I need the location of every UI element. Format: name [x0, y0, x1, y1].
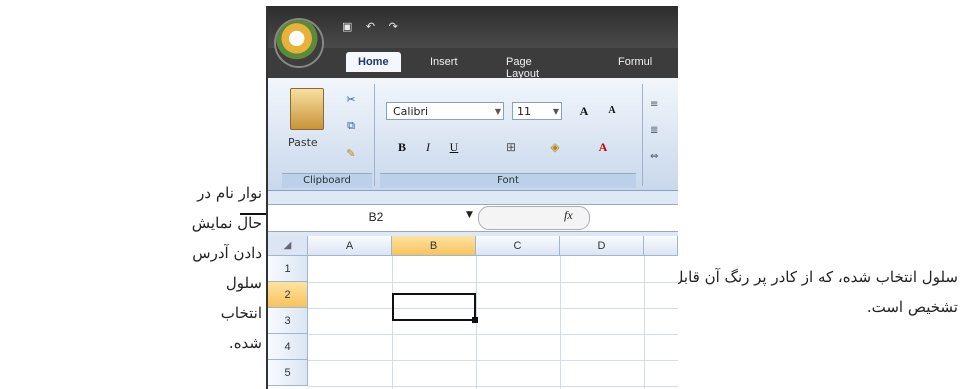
row-header-3[interactable]: 3 — [268, 308, 308, 334]
gridline — [644, 256, 645, 389]
fill-color-icon[interactable]: ◈ — [542, 138, 568, 156]
shrink-font-button[interactable]: A — [600, 102, 624, 120]
undo-icon[interactable]: ↶ — [366, 20, 377, 33]
ribbon-panel: Paste ✂ ⧉ ✎ Calibri ▼ 11 ▼ A A B I U ⊞ ◈ A… — [268, 78, 678, 191]
gridline — [308, 334, 678, 335]
gridline — [392, 256, 393, 389]
gridline — [560, 256, 561, 389]
office-button-icon[interactable] — [276, 20, 322, 66]
formula-input[interactable] — [478, 206, 590, 230]
paste-icon[interactable] — [290, 88, 324, 130]
column-header-c[interactable]: C — [476, 236, 560, 256]
row-header-5[interactable]: 5 — [268, 360, 308, 386]
borders-icon[interactable]: ⊞ — [498, 138, 524, 156]
row-header-2[interactable]: 2 — [268, 282, 308, 308]
paste-button-label[interactable]: Paste — [288, 136, 318, 149]
alignment-icons[interactable]: ≡ ≣ ⇔ — [650, 92, 670, 170]
column-header-a[interactable]: A — [308, 236, 392, 256]
tab-home[interactable]: Home — [346, 52, 401, 72]
name-box[interactable]: B2 — [276, 208, 476, 226]
grow-font-button[interactable]: A — [572, 102, 596, 120]
tab-page-layout[interactable]: Page Layout — [506, 56, 539, 80]
gridline — [308, 386, 678, 387]
gridline — [308, 282, 678, 283]
save-icon[interactable]: ▣ — [342, 20, 354, 33]
cut-icon[interactable]: ✂ — [344, 94, 358, 106]
worksheet-grid[interactable]: ◢ A B C D 1 2 3 4 5 — [268, 236, 678, 389]
group-separator — [642, 84, 643, 186]
chevron-down-icon: ▼ — [552, 107, 559, 116]
bold-button[interactable]: B — [392, 138, 412, 156]
active-cell-b2[interactable] — [392, 293, 476, 321]
font-size-value: 11 — [517, 105, 531, 118]
font-color-button[interactable]: A — [590, 138, 616, 156]
format-painter-icon[interactable]: ✎ — [344, 148, 358, 160]
tab-insert[interactable]: Insert — [430, 56, 458, 68]
chevron-down-icon: ▼ — [494, 107, 501, 116]
title-bar — [268, 6, 678, 48]
fill-handle[interactable] — [472, 317, 478, 323]
group-separator — [374, 84, 375, 186]
gridline — [308, 308, 678, 309]
font-size-select[interactable]: 11 ▼ — [512, 102, 562, 120]
underline-button[interactable]: U — [444, 138, 464, 156]
chevron-down-icon[interactable]: ▼ — [466, 210, 473, 220]
column-header-d[interactable]: D — [560, 236, 644, 256]
insert-function-icon[interactable]: fx — [564, 208, 573, 223]
caption-name-box: نوار نام در حال نمایش دادن آدرس سلول انت… — [191, 184, 262, 352]
redo-icon[interactable]: ↷ — [389, 20, 400, 33]
tab-strip — [268, 48, 678, 78]
quick-access-toolbar: ▣ ↶ ↷ — [342, 20, 406, 33]
excel-window: ▣ ↶ ↷ Home Insert Page Layout Formul Pas… — [266, 6, 678, 389]
row-header-4[interactable]: 4 — [268, 334, 308, 360]
column-header-e[interactable] — [644, 236, 678, 256]
gridline — [308, 360, 678, 361]
font-name-select[interactable]: Calibri ▼ — [386, 102, 504, 120]
copy-icon[interactable]: ⧉ — [344, 120, 358, 132]
font-group-label: Font — [380, 173, 636, 188]
column-header-b[interactable]: B — [392, 236, 476, 256]
italic-button[interactable]: I — [418, 138, 438, 156]
select-all-corner[interactable]: ◢ — [268, 236, 308, 256]
caption-selected-cell: سلول انتخاب شده، که از کادر پر رنگ آن قا… — [672, 268, 958, 316]
clipboard-group-label: Clipboard — [282, 173, 372, 188]
font-name-value: Calibri — [393, 105, 429, 118]
row-header-1[interactable]: 1 — [268, 256, 308, 282]
tab-formulas[interactable]: Formul — [618, 56, 652, 68]
